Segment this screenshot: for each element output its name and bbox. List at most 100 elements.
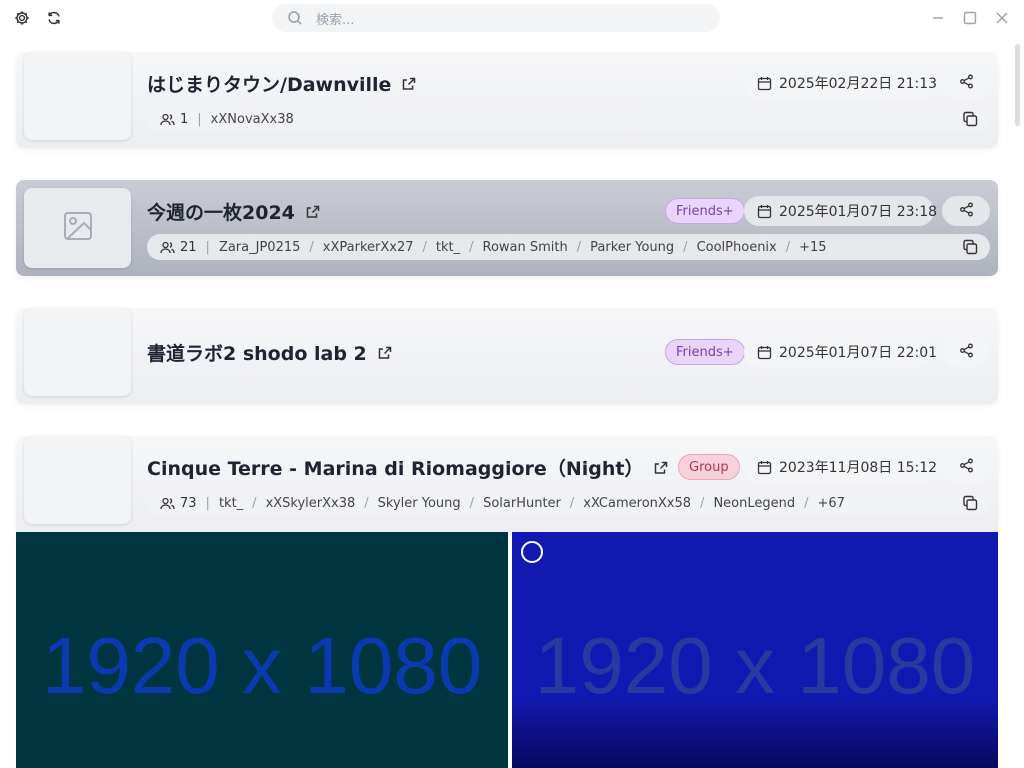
share-icon: [959, 343, 974, 362]
close-icon[interactable]: [993, 9, 1011, 27]
player-count: 21: [180, 239, 197, 255]
player-name[interactable]: NeonLegend: [713, 496, 795, 511]
share-button[interactable]: [942, 196, 990, 226]
world-thumbnail[interactable]: [24, 308, 131, 396]
player-name[interactable]: CoolPhoenix: [697, 240, 777, 255]
world-thumbnail[interactable]: [24, 52, 131, 140]
share-icon: [959, 202, 974, 221]
date-pill: 2025年02月22日 21:13: [744, 68, 938, 98]
calendar-icon: [757, 345, 772, 360]
date-text: 2023年11月08日 15:12: [779, 460, 938, 476]
world-card[interactable]: Cinque Terre - Marina di Riomaggiore（Nig…: [16, 436, 998, 532]
player-name[interactable]: xXSkylerXx38: [266, 496, 356, 511]
world-thumbnail[interactable]: [24, 188, 131, 268]
select-checkbox[interactable]: [521, 541, 543, 563]
share-button[interactable]: [942, 68, 990, 98]
external-link-icon[interactable]: [305, 204, 321, 220]
world-title-text: 今週の一枚2024: [147, 202, 295, 224]
resolution-label: 1920 x 1080: [534, 621, 976, 710]
player-name[interactable]: Rowan Smith: [483, 240, 568, 255]
date-pill: 2025年01月07日 22:01: [744, 337, 938, 367]
separator: /: [576, 239, 582, 255]
external-link-icon[interactable]: [401, 76, 417, 92]
calendar-icon: [757, 204, 772, 219]
separator: /: [804, 495, 809, 511]
users-icon: [160, 496, 175, 511]
date-pill: 2023年11月08日 15:12: [744, 452, 938, 482]
copy-icon[interactable]: [962, 495, 978, 511]
calendar-icon: [757, 76, 772, 91]
world-title-text: はじまりタウン/Dawnville: [147, 74, 392, 96]
player-name[interactable]: tkt_: [436, 240, 460, 255]
date-text: 2025年01月07日 23:18: [779, 204, 938, 220]
player-name[interactable]: xXNovaXx38: [211, 112, 294, 127]
date-pill: 2025年01月07日 23:18: [744, 196, 938, 226]
player-list: 1 | xXNovaXx38: [147, 106, 990, 132]
image-placeholder-icon: [63, 211, 93, 245]
search-icon: [287, 10, 303, 30]
photo-thumbnail[interactable]: 1920 x 1080: [16, 532, 508, 768]
photo-thumbnail[interactable]: 1920 x 1080: [512, 532, 998, 768]
maximize-icon[interactable]: [961, 9, 979, 27]
search-bar[interactable]: 検索...: [272, 4, 720, 32]
copy-icon[interactable]: [962, 239, 978, 255]
refresh-icon[interactable]: [44, 8, 64, 28]
player-name[interactable]: tkt_: [219, 496, 243, 511]
player-name[interactable]: SolarHunter: [483, 496, 561, 511]
world-thumbnail[interactable]: [24, 436, 131, 524]
player-name[interactable]: Skyler Young: [378, 496, 461, 511]
world-title[interactable]: 書道ラボ2 shodo lab 2: [147, 339, 393, 366]
player-name[interactable]: Zara_JP0215: [219, 240, 300, 255]
more-players[interactable]: +67: [818, 496, 845, 511]
world-title[interactable]: 今週の一枚2024: [147, 198, 321, 225]
separator: /: [309, 239, 314, 255]
share-icon: [959, 74, 974, 93]
separator: |: [205, 239, 210, 255]
search-placeholder[interactable]: 検索...: [316, 9, 354, 28]
share-button[interactable]: [942, 337, 990, 367]
separator: /: [683, 239, 688, 255]
separator: /: [364, 495, 369, 511]
player-list: 73 | tkt_ / xXSkylerXx38 / Skyler Young …: [147, 490, 990, 516]
world-title[interactable]: はじまりタウン/Dawnville: [147, 70, 417, 97]
world-title-text: 書道ラボ2 shodo lab 2: [147, 343, 367, 365]
resolution-label: 1920 x 1080: [41, 621, 483, 710]
separator: /: [469, 239, 474, 255]
title-bar: 検索...: [0, 0, 1024, 36]
player-list: 21 | Zara_JP0215 / xXParkerXx27 / tkt_ /…: [147, 234, 990, 260]
scrollbar[interactable]: [1015, 44, 1020, 126]
external-link-icon[interactable]: [377, 345, 393, 361]
access-badge: Group: [678, 454, 740, 480]
player-name[interactable]: xXParkerXx27: [323, 240, 414, 255]
date-text: 2025年01月07日 22:01: [779, 345, 938, 361]
world-list: はじまりタウン/Dawnville 2025年02月22日 21:13 1 | …: [16, 36, 998, 768]
separator: /: [422, 239, 427, 255]
world-card[interactable]: 今週の一枚2024 Friends+ 2025年01月07日 23:18 21 …: [16, 180, 998, 276]
more-players[interactable]: +15: [799, 240, 826, 255]
world-title[interactable]: Cinque Terre - Marina di Riomaggiore（Nig…: [147, 454, 669, 481]
minimize-icon[interactable]: [929, 9, 947, 27]
copy-icon[interactable]: [962, 111, 978, 127]
separator: /: [569, 495, 575, 511]
separator: |: [205, 495, 210, 511]
gear-icon[interactable]: [12, 8, 32, 28]
access-badge: Friends+: [665, 198, 745, 224]
external-link-icon[interactable]: [653, 460, 669, 476]
separator: /: [469, 495, 475, 511]
separator: |: [197, 111, 202, 127]
world-card[interactable]: はじまりタウン/Dawnville 2025年02月22日 21:13 1 | …: [16, 52, 998, 148]
date-text: 2025年02月22日 21:13: [779, 76, 938, 92]
share-button[interactable]: [942, 452, 990, 482]
player-count: 73: [180, 495, 197, 511]
world-title-text: Cinque Terre - Marina di Riomaggiore（Nig…: [147, 458, 644, 480]
separator: /: [700, 495, 705, 511]
player-name[interactable]: Parker Young: [590, 240, 674, 255]
users-icon: [160, 112, 175, 127]
calendar-icon: [757, 460, 772, 475]
player-name[interactable]: xXCameronXx58: [583, 496, 691, 511]
separator: /: [252, 495, 257, 511]
player-count: 1: [180, 111, 189, 127]
world-card[interactable]: 書道ラボ2 shodo lab 2 Friends+ 2025年01月07日 2…: [16, 308, 998, 404]
share-icon: [959, 458, 974, 477]
users-icon: [160, 240, 175, 255]
